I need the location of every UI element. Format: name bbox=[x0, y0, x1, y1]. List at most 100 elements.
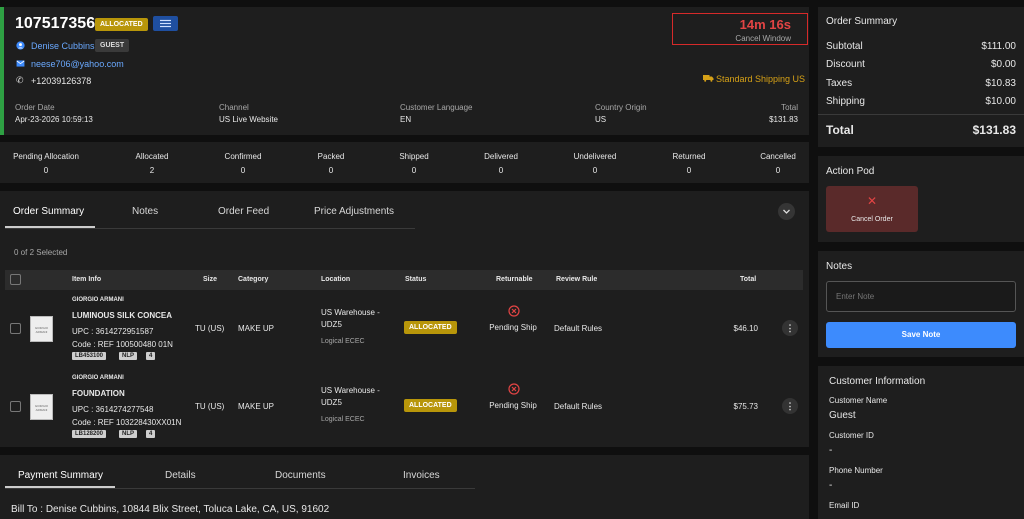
summary-title: Order Summary bbox=[826, 16, 898, 27]
close-icon: ✕ bbox=[866, 194, 878, 208]
status-label: Allocated bbox=[135, 152, 169, 161]
column-header: Status bbox=[405, 276, 427, 283]
phone-icon: ✆ bbox=[16, 75, 24, 85]
status-label: Returned bbox=[672, 152, 706, 161]
status-count: 0 bbox=[775, 166, 781, 175]
tab-price-adjustments[interactable]: Price Adjustments bbox=[314, 206, 394, 217]
customer-phone: +12039126378 bbox=[31, 76, 92, 86]
table-row: GIORGIO ARMANI GIORGIO ARMANI FOUNDATION… bbox=[5, 369, 803, 439]
column-header: Total bbox=[740, 276, 757, 283]
shipping-method: Standard Shipping US bbox=[716, 74, 806, 84]
item-tag: LB453100 bbox=[72, 352, 107, 360]
row-menu-button[interactable]: ⋮ bbox=[782, 320, 798, 336]
status-count: 0 bbox=[328, 166, 334, 175]
summary-row: Discount $0.00 bbox=[826, 59, 1016, 70]
item-brand: GIORGIO ARMANI bbox=[72, 375, 124, 381]
tab-invoices[interactable]: Invoices bbox=[403, 470, 440, 481]
selection-count: 0 of 2 Selected bbox=[14, 248, 68, 257]
email-id-label: Email ID bbox=[829, 501, 860, 510]
item-size: TU (US) bbox=[195, 402, 225, 411]
row-checkbox[interactable] bbox=[10, 401, 21, 412]
item-location: US Warehouse - bbox=[321, 386, 380, 395]
summary-total-label: Total bbox=[826, 123, 854, 137]
tab-notes[interactable]: Notes bbox=[132, 206, 158, 217]
item-status-badge: ALLOCATED bbox=[404, 321, 457, 334]
field-value: US bbox=[595, 115, 607, 124]
timer-value: 14m 16s bbox=[739, 17, 791, 32]
row-menu-button[interactable]: ⋮ bbox=[782, 398, 798, 414]
customer-id-label: Customer ID bbox=[829, 431, 874, 440]
note-input[interactable] bbox=[826, 281, 1016, 312]
status-accent-bar bbox=[0, 7, 4, 135]
cancel-window-timer: 14m 16s Cancel Window bbox=[672, 13, 808, 45]
summary-label: Discount bbox=[826, 59, 865, 70]
item-upc: UPC : 3614274277548 bbox=[72, 405, 154, 414]
tab-order-summary[interactable]: Order Summary bbox=[13, 206, 84, 217]
item-tag: NLP bbox=[119, 352, 137, 360]
notes-title: Notes bbox=[826, 261, 853, 272]
status-count: 0 bbox=[498, 166, 504, 175]
save-note-button[interactable]: Save Note bbox=[826, 322, 1016, 348]
summary-value: $0.00 bbox=[990, 59, 1016, 70]
field-label: Total bbox=[781, 103, 798, 112]
payment-panel: Payment Summary Details Documents Invoic… bbox=[0, 455, 809, 519]
summary-row: Subtotal $111.00 bbox=[826, 41, 1016, 52]
item-location-code: UDZ5 bbox=[321, 320, 342, 329]
status-count: 0 bbox=[592, 166, 598, 175]
status-count: 0 bbox=[411, 166, 417, 175]
cancel-order-button[interactable]: ✕ Cancel Order bbox=[826, 186, 918, 232]
item-total: $75.73 bbox=[733, 402, 758, 411]
item-tag: 4 bbox=[146, 352, 156, 360]
row-checkbox[interactable] bbox=[10, 323, 21, 334]
item-tag: NLP bbox=[119, 430, 137, 438]
item-review-rule: Default Rules bbox=[554, 402, 603, 411]
customer-type-badge: GUEST bbox=[95, 39, 130, 52]
field-label: Customer Language bbox=[400, 103, 473, 112]
status-label: Delivered bbox=[484, 152, 518, 161]
tabs-underline bbox=[5, 228, 415, 229]
tab-documents[interactable]: Documents bbox=[275, 470, 326, 481]
status-count: 2 bbox=[149, 166, 155, 175]
order-summary-panel: Order Summary Subtotal $111.00 Discount $0… bbox=[818, 7, 1024, 147]
column-header: Category bbox=[238, 276, 269, 283]
customer-id-value: - bbox=[829, 445, 833, 456]
item-name[interactable]: FOUNDATION bbox=[72, 389, 125, 398]
status-label: Pending Allocation bbox=[13, 152, 79, 161]
product-thumbnail: GIORGIO ARMANI bbox=[30, 316, 53, 342]
status-label: Packed bbox=[317, 152, 345, 161]
field-label: Country Origin bbox=[595, 103, 647, 112]
mail-icon bbox=[16, 59, 25, 69]
product-thumbnail: GIORGIO ARMANI bbox=[30, 394, 53, 420]
select-all-checkbox[interactable] bbox=[10, 274, 21, 285]
not-returnable-icon bbox=[508, 383, 520, 397]
customer-email-link[interactable]: neese706@yahoo.com bbox=[31, 59, 124, 69]
field-value: US Live Website bbox=[219, 115, 278, 124]
collapse-button[interactable] bbox=[778, 203, 795, 220]
not-returnable-icon bbox=[508, 305, 520, 319]
summary-label: Subtotal bbox=[826, 41, 863, 52]
item-returnable: Pending Ship bbox=[489, 323, 537, 332]
truck-icon bbox=[703, 74, 714, 84]
customer-name-link[interactable]: Denise Cubbins bbox=[31, 41, 95, 51]
field-value: EN bbox=[400, 115, 412, 124]
item-size: TU (US) bbox=[195, 324, 225, 333]
item-name[interactable]: LUMINOUS SILK CONCEA bbox=[72, 311, 172, 320]
summary-row: Shipping $10.00 bbox=[826, 96, 1016, 107]
tab-payment-summary[interactable]: Payment Summary bbox=[18, 470, 103, 481]
tab-details[interactable]: Details bbox=[165, 470, 196, 481]
item-tag: 4 bbox=[146, 430, 156, 438]
tabs-underline bbox=[5, 488, 475, 489]
summary-value: $111.00 bbox=[981, 41, 1016, 52]
order-flag-button[interactable] bbox=[153, 16, 178, 31]
tab-order-feed[interactable]: Order Feed bbox=[218, 206, 269, 217]
field-value: $131.83 bbox=[769, 115, 798, 124]
items-panel: Order Summary Notes Order Feed Price Adj… bbox=[0, 191, 809, 447]
item-location: US Warehouse - bbox=[321, 308, 380, 317]
field-value: Apr-23-2026 10:59:13 bbox=[15, 115, 93, 124]
customer-name-label: Customer Name bbox=[829, 396, 888, 405]
status-label: Undelivered bbox=[573, 152, 617, 161]
column-header: Size bbox=[203, 276, 218, 283]
order-number: 107517356 bbox=[15, 15, 96, 32]
order-header-panel: 107517356 ALLOCATED Denise Cubbins GUEST… bbox=[0, 7, 809, 135]
column-header: Location bbox=[321, 276, 351, 283]
